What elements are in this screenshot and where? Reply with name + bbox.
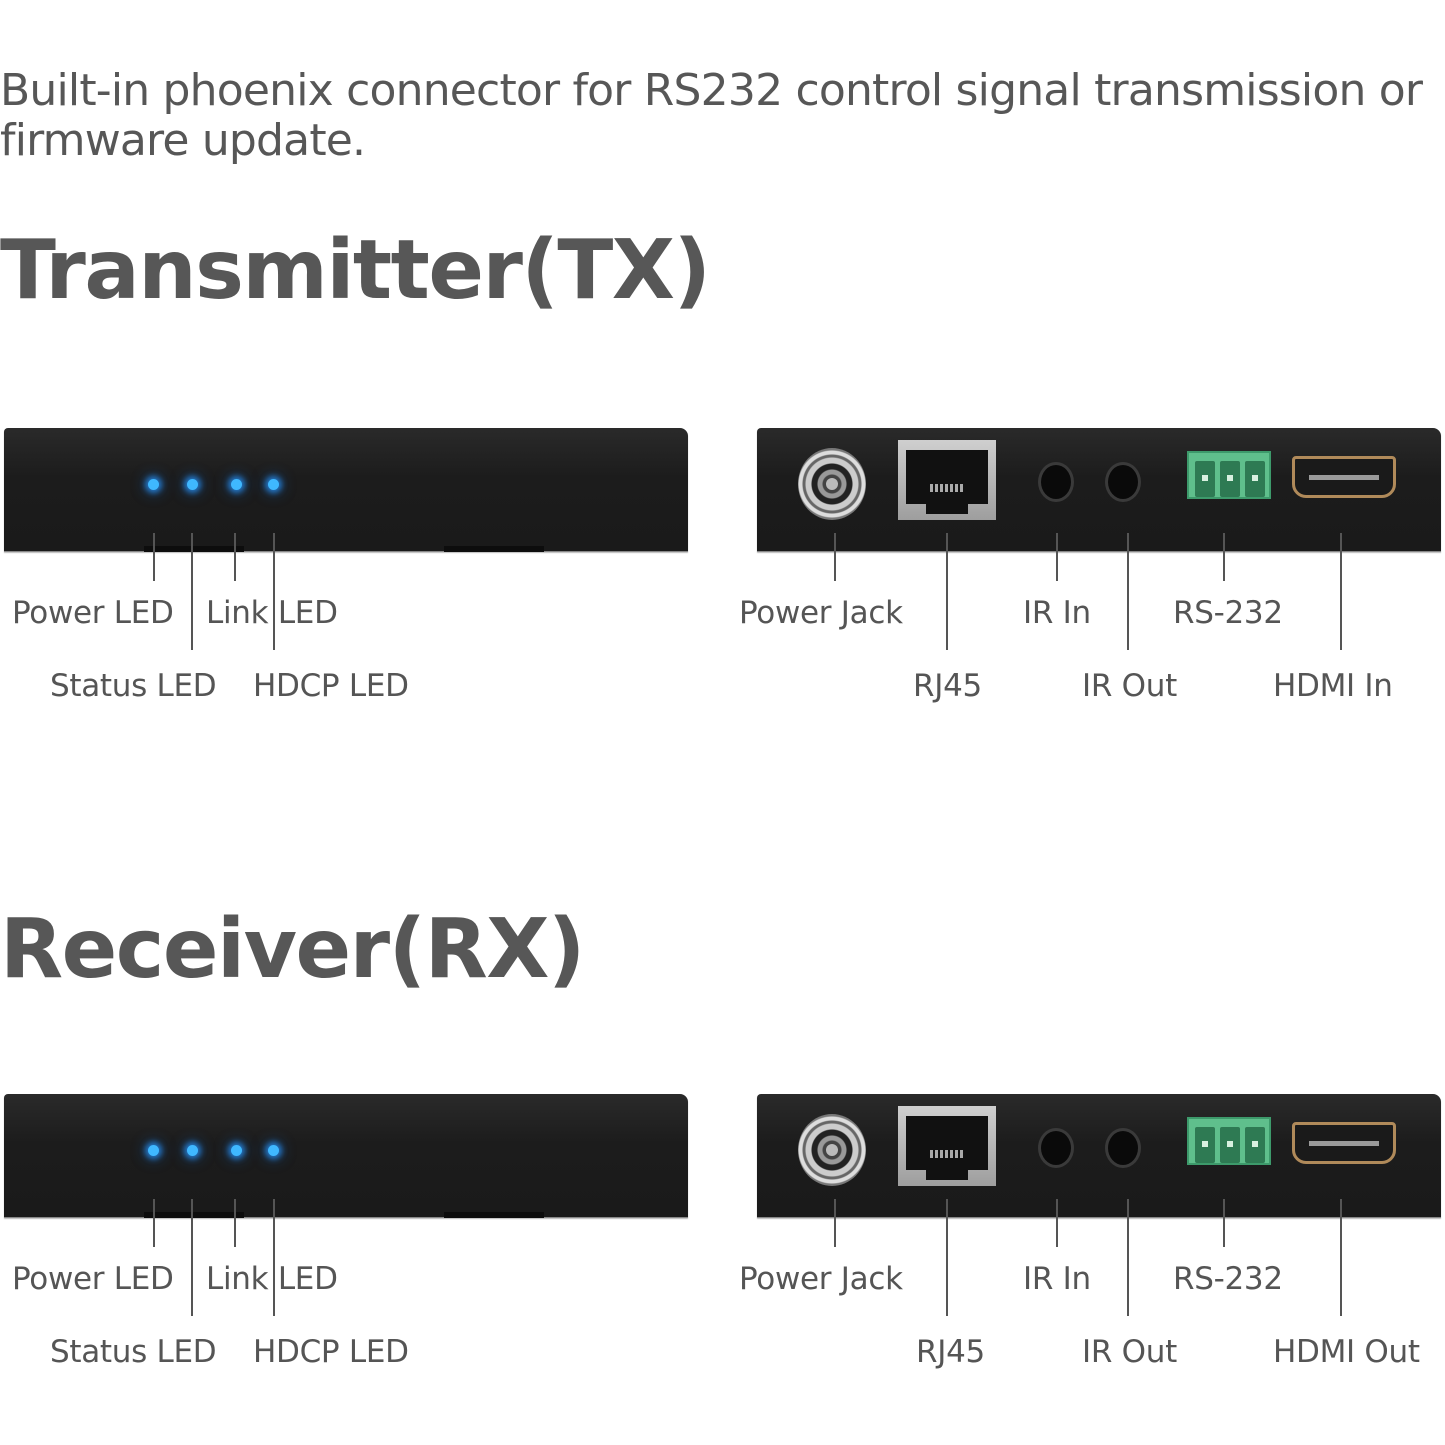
ir-in-jack-icon [1041,1131,1071,1165]
link-led-icon [231,1145,242,1156]
leader-line [191,1199,193,1316]
rj45-label: RJ45 [913,668,982,704]
status-led-icon [187,479,198,490]
transmitter-heading: Transmitter(TX) [0,223,711,318]
power-led-label: Power LED [12,595,174,631]
leader-line [834,1199,836,1247]
power-jack-label: Power Jack [739,595,903,631]
panel-slot [144,546,244,552]
link-led-icon [231,479,242,490]
leader-line [153,1199,155,1247]
hdmi-port-icon [1292,1122,1396,1164]
rj45-port-icon [898,440,996,520]
panel-slot [144,1212,244,1218]
leader-line [1223,533,1225,581]
hdcp-led-icon [268,479,279,490]
leader-line [1127,533,1129,650]
rs232-label: RS-232 [1173,595,1283,631]
leader-line [1056,533,1058,581]
power-jack-icon [798,448,866,520]
power-jack-icon [798,1114,866,1186]
rs232-phoenix-connector-icon [1187,1117,1271,1165]
ir-out-label: IR Out [1082,668,1177,704]
hdcp-led-label: HDCP LED [253,1334,409,1370]
link-led-label: Link LED [206,595,338,631]
hdcp-led-label: HDCP LED [253,668,409,704]
power-jack-label: Power Jack [739,1261,903,1297]
leader-line [273,533,275,650]
ir-out-jack-icon [1108,465,1138,499]
power-led-icon [148,1145,159,1156]
ir-out-label: IR Out [1082,1334,1177,1370]
leader-line [946,533,948,650]
receiver-heading: Receiver(RX) [0,902,585,997]
transmitter-front-panel [4,428,688,552]
power-led-icon [148,479,159,490]
leader-line [1340,1199,1342,1316]
leader-line [234,533,236,581]
leader-line [946,1199,948,1316]
leader-line [1127,1199,1129,1316]
status-led-icon [187,1145,198,1156]
leader-line [234,1199,236,1247]
panel-slot [444,546,544,552]
panel-slot [444,1212,544,1218]
ir-in-label: IR In [1023,1261,1091,1297]
link-led-label: Link LED [206,1261,338,1297]
rs232-label: RS-232 [1173,1261,1283,1297]
leader-line [273,1199,275,1316]
power-led-label: Power LED [12,1261,174,1297]
ir-in-label: IR In [1023,595,1091,631]
receiver-front-panel [4,1094,688,1218]
rj45-port-icon [898,1106,996,1186]
ir-out-jack-icon [1108,1131,1138,1165]
hdcp-led-icon [268,1145,279,1156]
leader-line [1056,1199,1058,1247]
hdmi-out-label: HDMI Out [1273,1334,1420,1370]
status-led-label: Status LED [50,668,217,704]
leader-line [834,533,836,581]
leader-line [1223,1199,1225,1247]
status-led-label: Status LED [50,1334,217,1370]
ir-in-jack-icon [1041,465,1071,499]
leader-line [1340,533,1342,650]
hdmi-port-icon [1292,456,1396,498]
intro-text: Built-in phoenix connector for RS232 con… [0,65,1423,166]
leader-line [191,533,193,650]
rs232-phoenix-connector-icon [1187,451,1271,499]
rj45-label: RJ45 [916,1334,985,1370]
leader-line [153,533,155,581]
hdmi-in-label: HDMI In [1273,668,1393,704]
